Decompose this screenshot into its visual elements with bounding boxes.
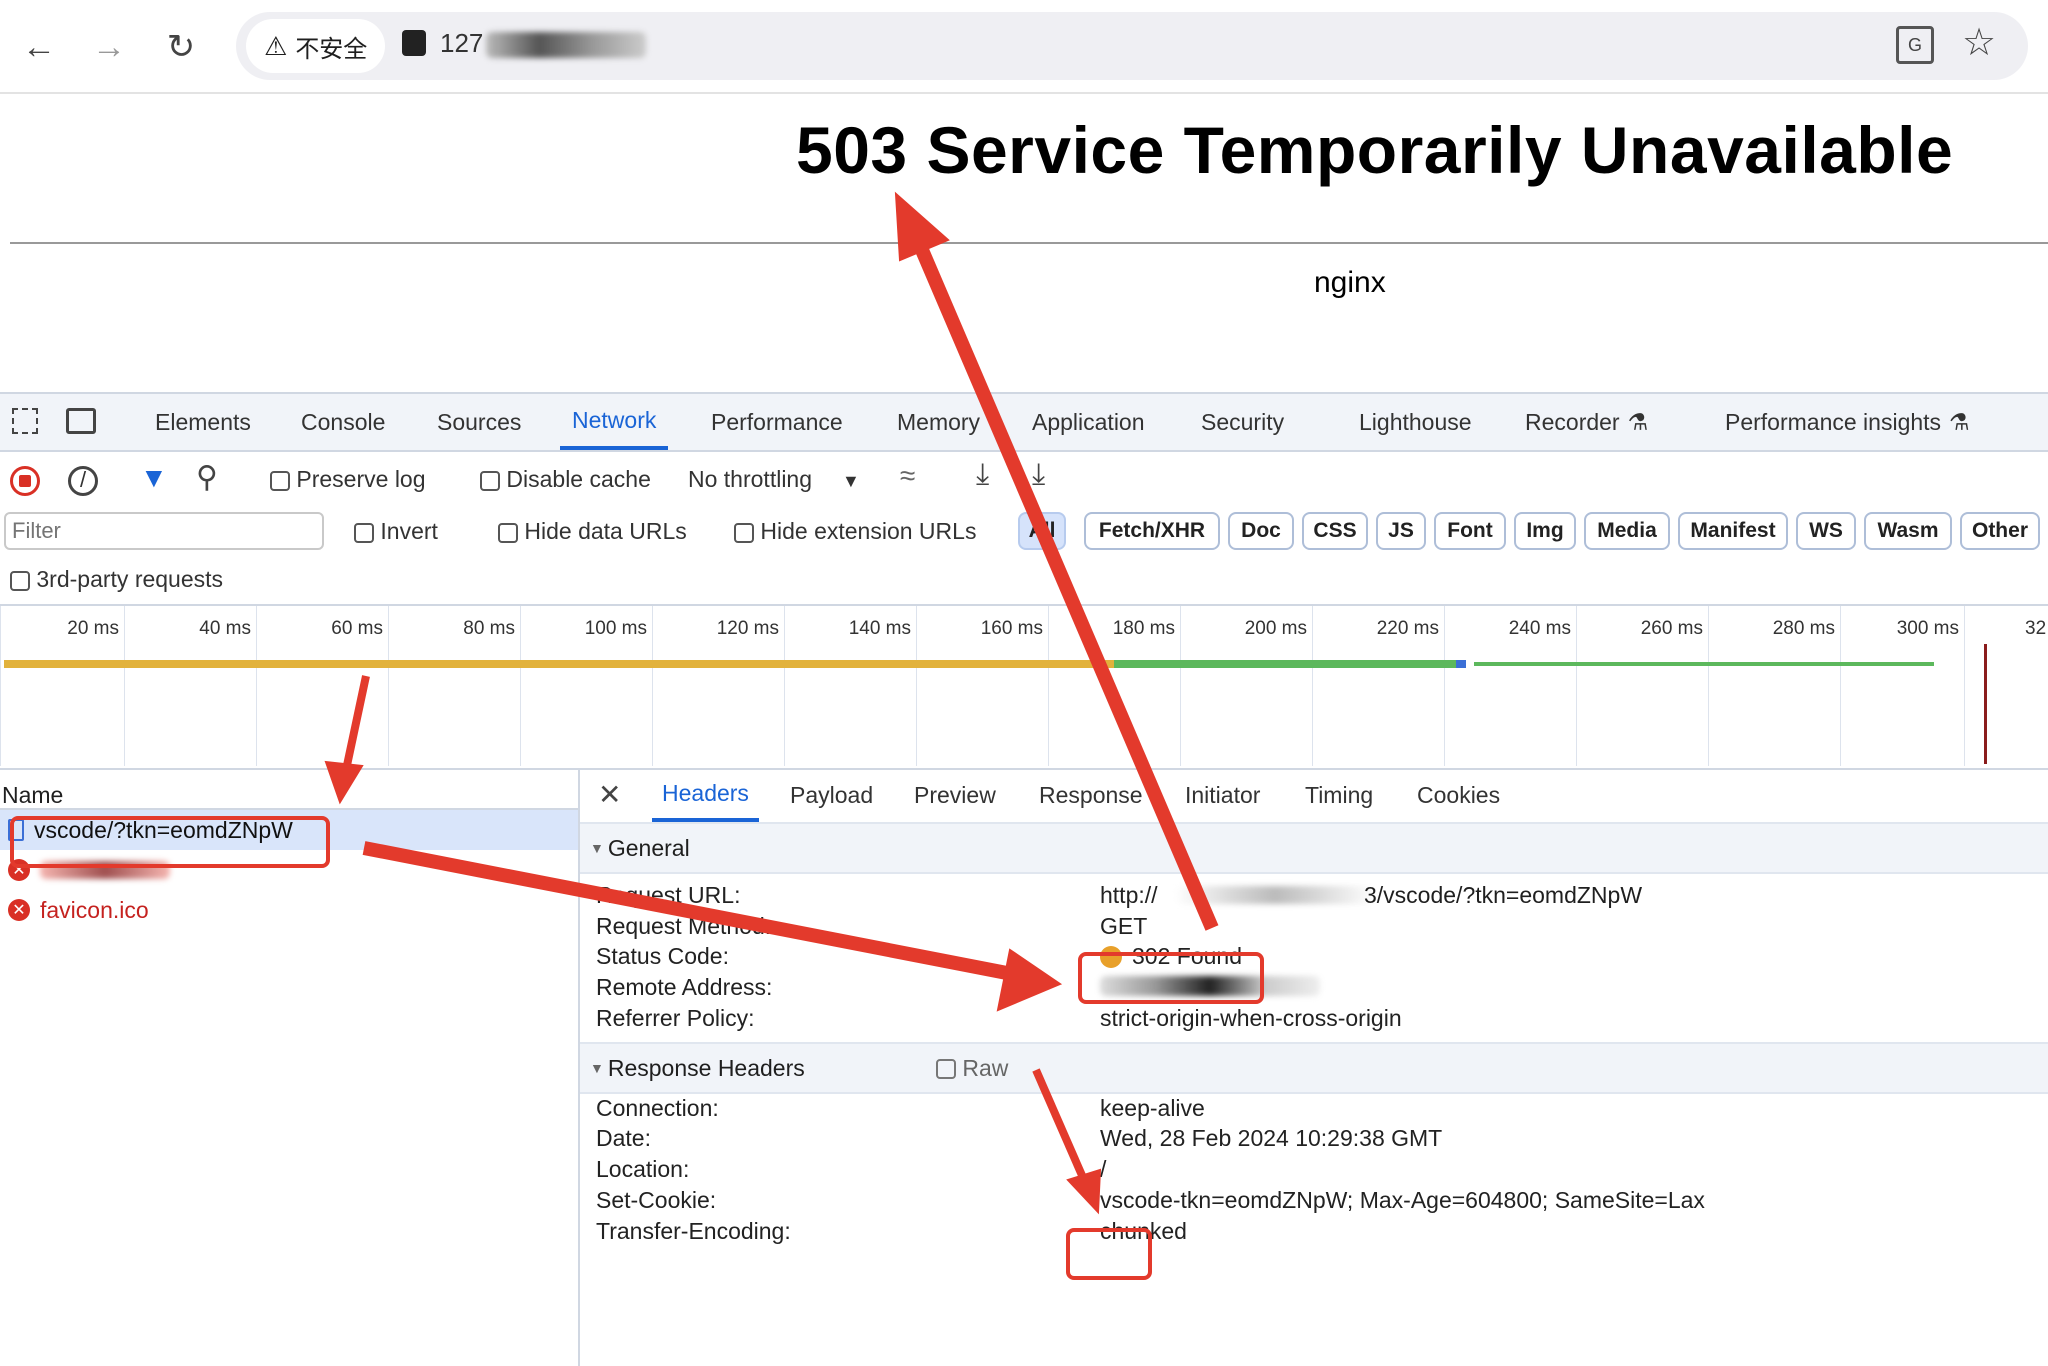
annotation-arrow-head: [324, 760, 364, 805]
annotation-arrow-to-location: [1032, 1068, 1088, 1182]
annotation-arrow-head: [894, 191, 950, 262]
annotation-arrows: [324, 191, 1219, 1215]
annotation-arrow-to-status: [362, 841, 1014, 981]
annotation-arrow-head: [996, 948, 1063, 1012]
annotation-arrow-to-request: [342, 675, 370, 771]
annotation-arrow-head: [1066, 1168, 1102, 1215]
annotation-arrow-to-heading: [915, 247, 1219, 931]
